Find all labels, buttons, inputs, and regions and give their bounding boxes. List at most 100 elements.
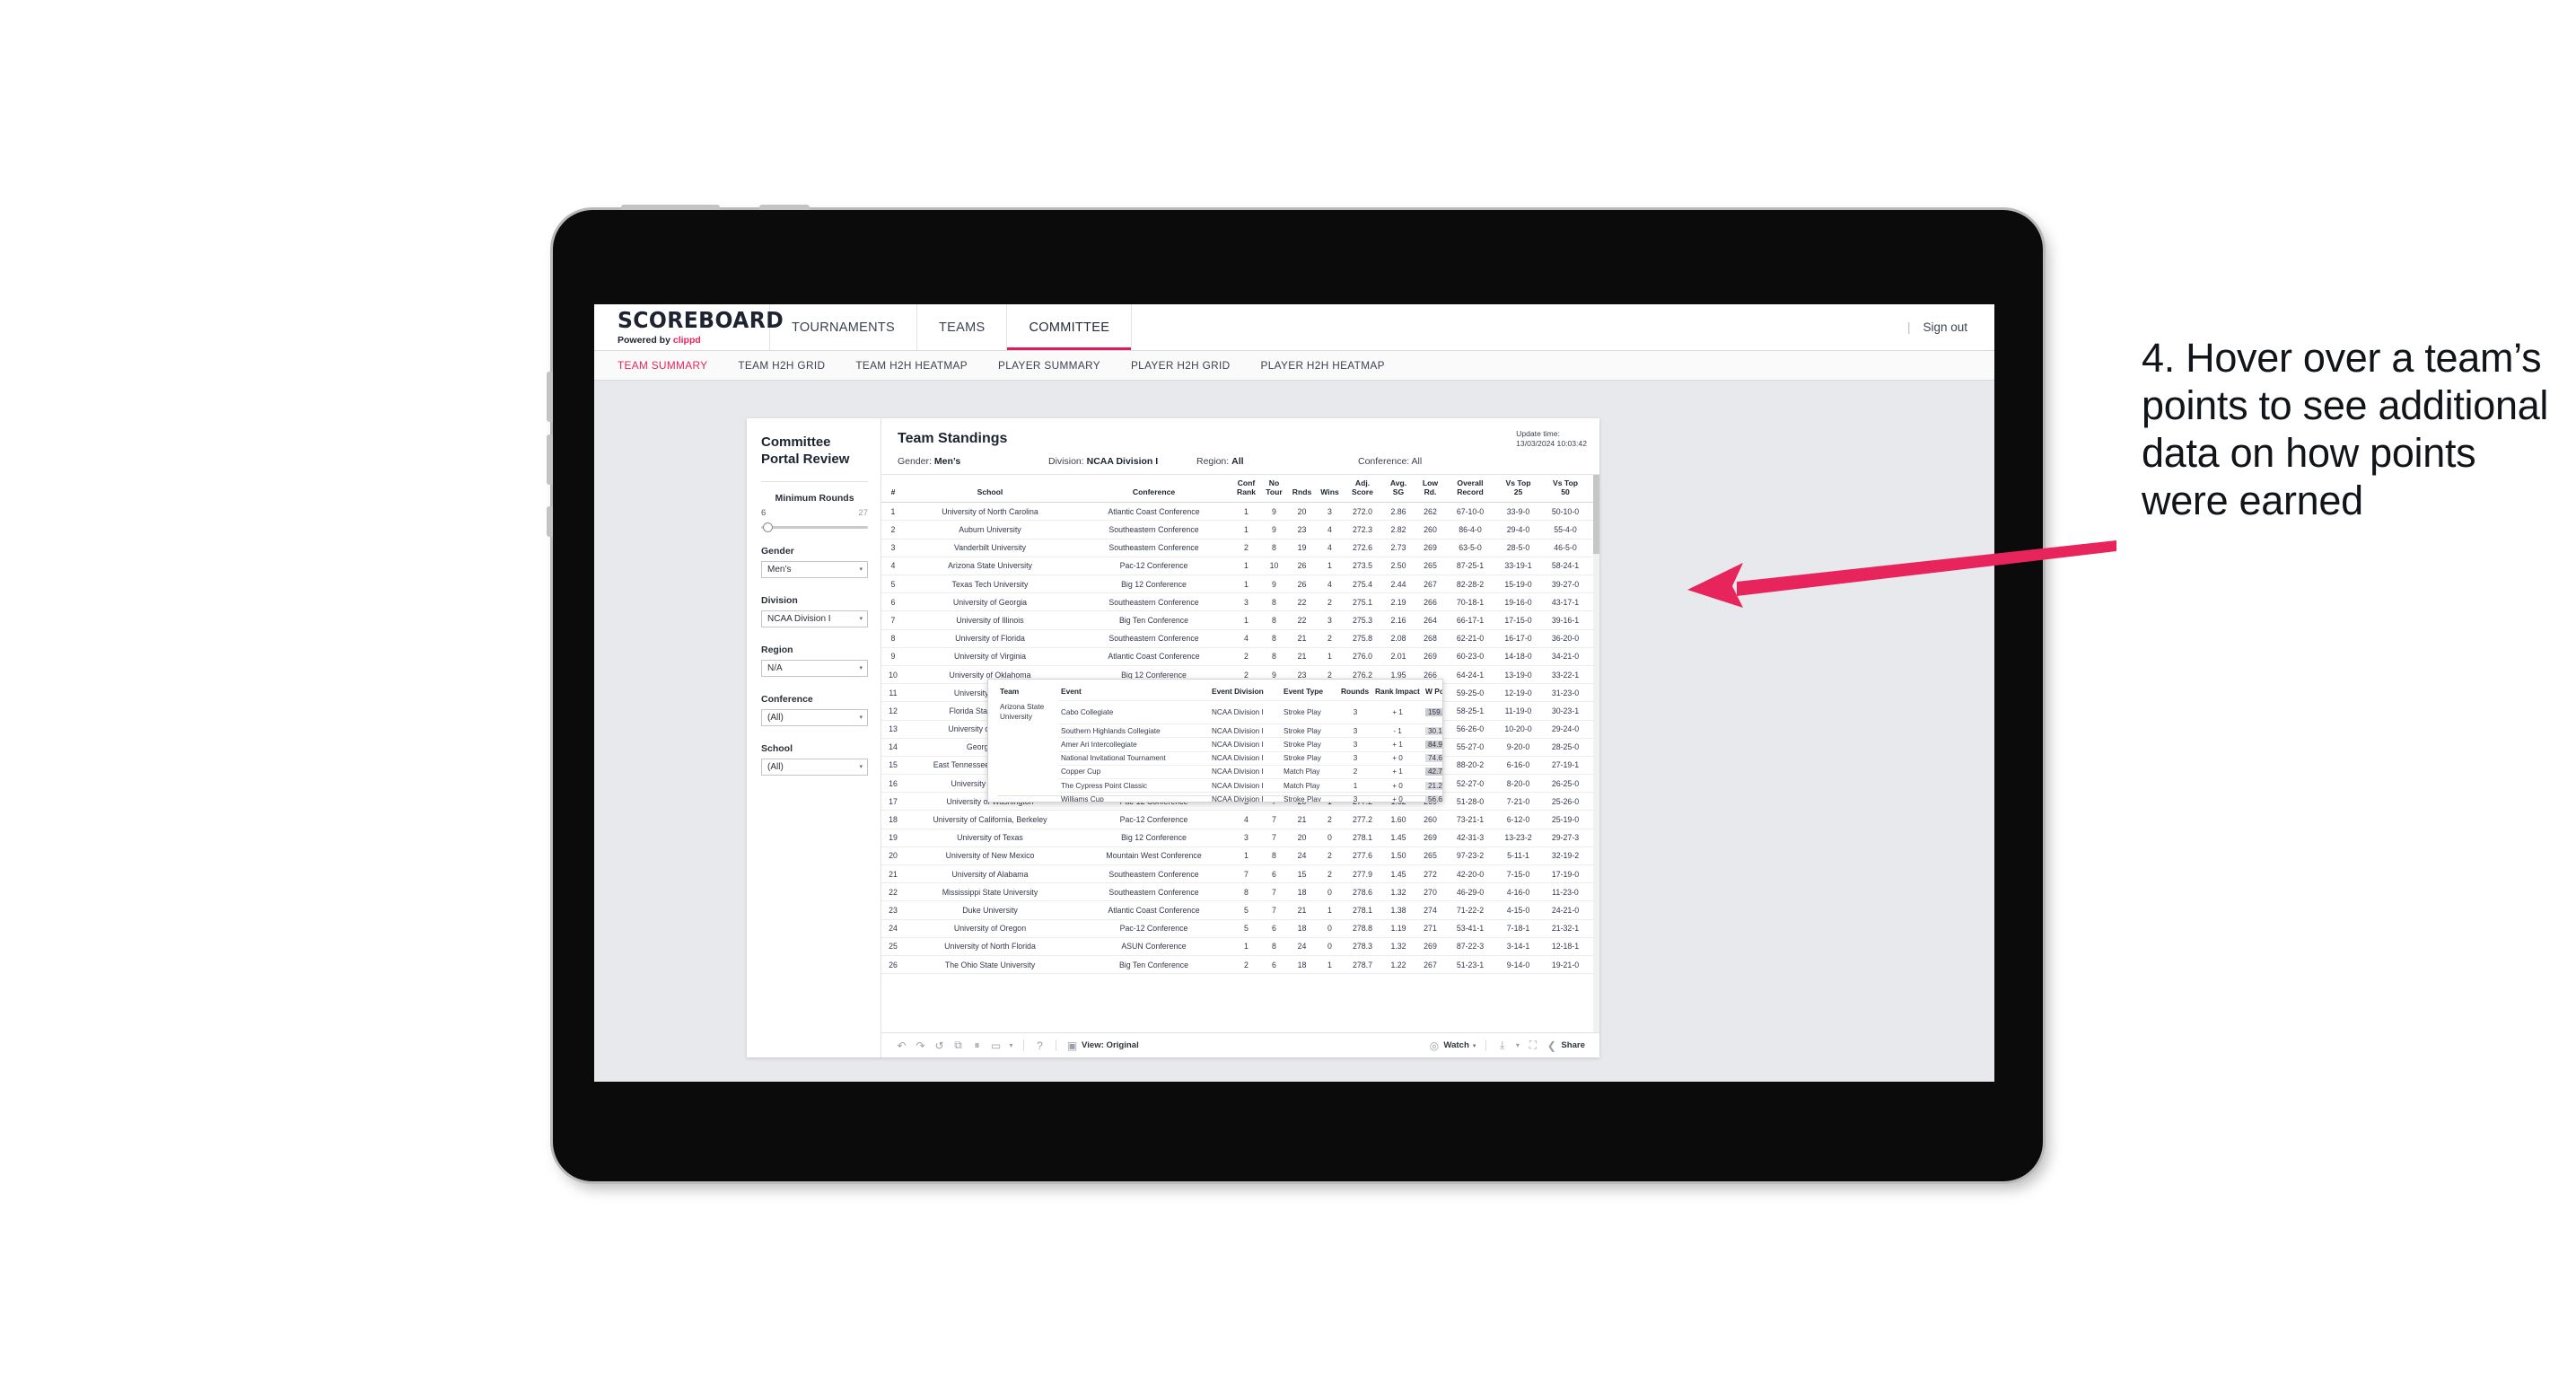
table-row[interactable]: 25 University of North Florida ASUN Confer… bbox=[881, 937, 1599, 956]
filter-region-select[interactable]: N/A ▾ bbox=[761, 659, 868, 677]
table-row[interactable]: 6 University of Georgia Southeastern Confe… bbox=[881, 592, 1599, 612]
cell-conf-rank: 8 bbox=[1232, 882, 1260, 902]
chip-region-value: All bbox=[1231, 456, 1244, 467]
table-row[interactable]: 4 Arizona State University Pac-12 Conferen… bbox=[881, 557, 1599, 576]
table-row[interactable]: 5 Texas Tech University Big 12 Conference 1… bbox=[881, 575, 1599, 594]
nav-item-tournaments[interactable]: TOURNAMENTS bbox=[770, 304, 918, 350]
share-button[interactable]: ❮ Share bbox=[1542, 1038, 1589, 1054]
cell-adj-score: 273.5 bbox=[1344, 557, 1381, 576]
table-row[interactable]: 1 University of North Carolina Atlantic Co… bbox=[881, 502, 1599, 522]
table-row[interactable]: 9 University of Virginia Atlantic Coast Co… bbox=[881, 647, 1599, 666]
filter-conference-select[interactable]: (All) ▾ bbox=[761, 708, 868, 726]
fullscreen-icon[interactable]: ⛶ bbox=[1523, 1038, 1542, 1054]
cell-no-tour: 8 bbox=[1260, 592, 1288, 612]
cell-conference: Atlantic Coast Conference bbox=[1075, 900, 1232, 920]
filter-division-select[interactable]: NCAA Division I ▾ bbox=[761, 610, 868, 627]
filter-division-value: NCAA Division I bbox=[767, 613, 831, 624]
table-row[interactable]: 3 Vanderbilt University Southeastern Confe… bbox=[881, 539, 1599, 557]
cell-conf-rank: 1 bbox=[1232, 610, 1260, 630]
sign-out-link[interactable]: Sign out bbox=[1923, 320, 1967, 334]
cell-rank: 26 bbox=[881, 955, 905, 975]
cell-vs-top-25: 6-16-0 bbox=[1495, 756, 1541, 776]
view-original-button[interactable]: ▣ View: Original bbox=[1063, 1038, 1143, 1054]
side-button[interactable] bbox=[547, 506, 553, 537]
filter-school-select[interactable]: (All) ▾ bbox=[761, 758, 868, 776]
th-rank[interactable]: # bbox=[881, 475, 905, 504]
cell-vs-top-50: 30-23-1 bbox=[1541, 701, 1590, 721]
revert-icon[interactable]: ↺ bbox=[930, 1038, 949, 1054]
table-row[interactable]: 8 University of Florida Southeastern Confe… bbox=[881, 629, 1599, 648]
standings-table-wrapper[interactable]: # School Conference Conf Rank No Tour Rnds… bbox=[881, 475, 1599, 1032]
pause-icon[interactable]: ⏸ bbox=[968, 1038, 986, 1054]
th-overall-record[interactable]: Overall Record bbox=[1445, 475, 1495, 504]
download-icon[interactable]: ⤓ bbox=[1493, 1038, 1511, 1054]
th-conference[interactable]: Conference bbox=[1075, 475, 1232, 504]
th-vs-top-25[interactable]: Vs Top 25 bbox=[1495, 475, 1541, 504]
cell-wins: 2 bbox=[1316, 592, 1344, 612]
table-row[interactable]: 2 Auburn University Southeastern Conferenc… bbox=[881, 520, 1599, 539]
cell-vs-top-50: 25-26-0 bbox=[1541, 792, 1590, 811]
tab-player-h2h-grid[interactable]: PLAYER H2H GRID bbox=[1131, 359, 1231, 372]
help-icon[interactable]: ? bbox=[1030, 1038, 1049, 1054]
device-preview-icon[interactable]: ▭ bbox=[986, 1038, 1005, 1054]
cell-rank: 12 bbox=[881, 701, 905, 721]
th-wins[interactable]: Wins bbox=[1316, 475, 1344, 504]
table-row[interactable]: 23 Duke University Atlantic Coast Conferen… bbox=[881, 900, 1599, 920]
th-low-rd[interactable]: Low Rd. bbox=[1415, 475, 1445, 504]
chevron-down-icon[interactable]: ▾ bbox=[1511, 1038, 1523, 1054]
refresh-icon[interactable]: ⧉ bbox=[949, 1038, 968, 1054]
filter-sidebar: Committee Portal Review Minimum Rounds 6… bbox=[747, 418, 881, 1057]
table-row[interactable]: 18 University of California, Berkeley Pac-… bbox=[881, 810, 1599, 829]
th-vs-top-50[interactable]: Vs Top 50 bbox=[1541, 475, 1590, 504]
table-row[interactable]: 7 University of Illinois Big Ten Conferenc… bbox=[881, 610, 1599, 630]
tab-player-h2h-heatmap[interactable]: PLAYER H2H HEATMAP bbox=[1261, 359, 1385, 372]
share-icon: ❮ bbox=[1546, 1039, 1556, 1052]
filter-gender-select[interactable]: Men’s ▾ bbox=[761, 560, 868, 578]
tab-player-summary[interactable]: PLAYER SUMMARY bbox=[998, 359, 1100, 372]
tooltip-cell-team bbox=[997, 724, 1058, 738]
minimum-rounds-slider[interactable] bbox=[761, 522, 868, 532]
nav-item-teams[interactable]: TEAMS bbox=[917, 304, 1008, 350]
table-row[interactable]: 24 University of Oregon Pac-12 Conference 5… bbox=[881, 919, 1599, 938]
cell-vs-top-25: 19-16-0 bbox=[1495, 592, 1541, 612]
table-scrollbar-thumb[interactable] bbox=[1593, 475, 1599, 554]
cell-conf-rank: 5 bbox=[1232, 900, 1260, 920]
table-scrollbar[interactable] bbox=[1593, 475, 1599, 1032]
table-row[interactable]: 21 University of Alabama Southeastern Conf… bbox=[881, 864, 1599, 884]
tooltip-cell-w-points: 74.65 bbox=[1423, 750, 1442, 766]
power-button[interactable] bbox=[621, 205, 720, 210]
sub-tab-bar: TEAM SUMMARY TEAM H2H GRID TEAM H2H HEAT… bbox=[594, 350, 1994, 381]
tab-team-summary[interactable]: TEAM SUMMARY bbox=[618, 359, 707, 372]
th-conf-rank[interactable]: Conf Rank bbox=[1232, 475, 1260, 504]
th-rnds[interactable]: Rnds bbox=[1288, 475, 1316, 504]
th-avg-sg[interactable]: Avg. SG bbox=[1381, 475, 1415, 504]
table-row[interactable]: 26 The Ohio State University Big Ten Confe… bbox=[881, 955, 1599, 975]
redo-icon[interactable]: ↷ bbox=[911, 1038, 930, 1054]
undo-icon[interactable]: ↶ bbox=[892, 1038, 911, 1054]
th-adj-score[interactable]: Adj. Score bbox=[1344, 475, 1381, 504]
cell-avg-sg: 2.44 bbox=[1381, 575, 1415, 594]
th-no-tour-l2: Tour bbox=[1266, 487, 1283, 496]
cell-rank: 11 bbox=[881, 683, 905, 703]
th-no-tour[interactable]: No Tour bbox=[1260, 475, 1288, 504]
cell-low-rd: 265 bbox=[1415, 557, 1445, 576]
tab-team-h2h-grid[interactable]: TEAM H2H GRID bbox=[738, 359, 825, 372]
tab-team-h2h-heatmap[interactable]: TEAM H2H HEATMAP bbox=[855, 359, 968, 372]
watch-button[interactable]: ◎ Watch ▾ bbox=[1424, 1038, 1479, 1054]
th-rec-l1: Overall bbox=[1457, 478, 1484, 487]
brand-logo[interactable]: SCOREBOARD Powered by clippd bbox=[594, 304, 784, 350]
slider-handle[interactable] bbox=[763, 522, 773, 532]
table-row[interactable]: 20 University of New Mexico Mountain West … bbox=[881, 847, 1599, 866]
cell-conference: Pac-12 Conference bbox=[1075, 810, 1232, 829]
table-row[interactable]: 19 University of Texas Big 12 Conference 3 7… bbox=[881, 829, 1599, 847]
cell-wins: 2 bbox=[1316, 810, 1344, 829]
chevron-down-icon[interactable]: ▾ bbox=[1005, 1038, 1017, 1054]
cell-low-rd: 269 bbox=[1415, 829, 1445, 847]
th-school[interactable]: School bbox=[905, 475, 1075, 504]
nav-item-committee[interactable]: COMMITTEE bbox=[1007, 304, 1133, 350]
volume-button-down[interactable] bbox=[547, 434, 553, 485]
volume-button-up[interactable] bbox=[547, 372, 553, 422]
table-row[interactable]: 22 Mississippi State University Southeaste… bbox=[881, 882, 1599, 902]
tooltip-cell-division: NCAA Division I bbox=[1209, 764, 1281, 779]
